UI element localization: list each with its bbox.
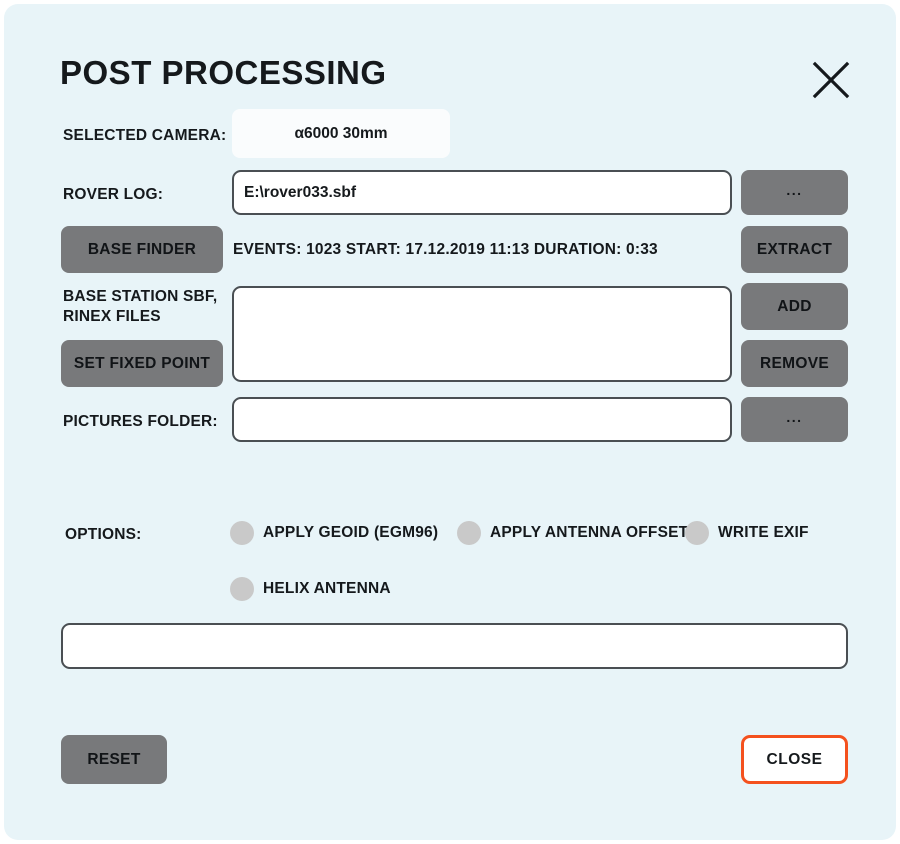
base-station-label-line2: RINEX FILES <box>63 308 161 325</box>
base-station-files-list[interactable] <box>232 286 732 382</box>
option-label: APPLY GEOID (EGM96) <box>263 524 439 541</box>
close-x-icon[interactable] <box>810 59 852 101</box>
reset-button[interactable]: RESET <box>61 735 167 784</box>
checkbox-icon[interactable] <box>457 521 481 545</box>
option-label: APPLY ANTENNA OFFSET <box>490 524 689 541</box>
remove-button[interactable]: REMOVE <box>741 340 848 387</box>
selected-camera-label: SELECTED CAMERA: <box>63 127 227 144</box>
option-label: WRITE EXIF <box>718 524 809 541</box>
checkbox-icon[interactable] <box>685 521 709 545</box>
checkbox-icon[interactable] <box>230 521 254 545</box>
rover-log-label: ROVER LOG: <box>63 186 164 203</box>
post-processing-dialog: POST PROCESSING SELECTED CAMERA: α6000 3… <box>4 4 896 840</box>
rover-log-browse-button[interactable]: ... <box>741 170 848 215</box>
rover-log-info: EVENTS: 1023 START: 17.12.2019 11:13 DUR… <box>233 241 658 258</box>
set-fixed-point-button[interactable]: SET FIXED POINT <box>61 340 223 387</box>
selected-camera-dropdown[interactable]: α6000 30mm <box>232 109 450 158</box>
page-title: POST PROCESSING <box>60 54 387 91</box>
base-finder-button[interactable]: BASE FINDER <box>61 226 223 273</box>
base-station-label-line1: BASE STATION SBF, <box>63 288 218 305</box>
option-apply-geoid[interactable]: APPLY GEOID (EGM96) <box>230 521 438 545</box>
selected-camera-value: α6000 30mm <box>294 124 388 142</box>
status-bar-input[interactable] <box>61 623 848 669</box>
option-label: HELIX ANTENNA <box>263 580 391 597</box>
options-label: OPTIONS: <box>65 526 142 543</box>
pictures-folder-input[interactable] <box>232 397 732 442</box>
pictures-folder-label: PICTURES FOLDER: <box>63 413 218 430</box>
pictures-folder-browse-button[interactable]: ... <box>741 397 848 442</box>
option-write-exif[interactable]: WRITE EXIF <box>685 521 809 545</box>
rover-log-input[interactable] <box>232 170 732 215</box>
option-apply-antenna-offset[interactable]: APPLY ANTENNA OFFSET <box>457 521 689 545</box>
option-helix-antenna[interactable]: HELIX ANTENNA <box>230 577 391 601</box>
add-button[interactable]: ADD <box>741 283 848 330</box>
close-button[interactable]: CLOSE <box>741 735 848 784</box>
checkbox-icon[interactable] <box>230 577 254 601</box>
extract-button[interactable]: EXTRACT <box>741 226 848 273</box>
